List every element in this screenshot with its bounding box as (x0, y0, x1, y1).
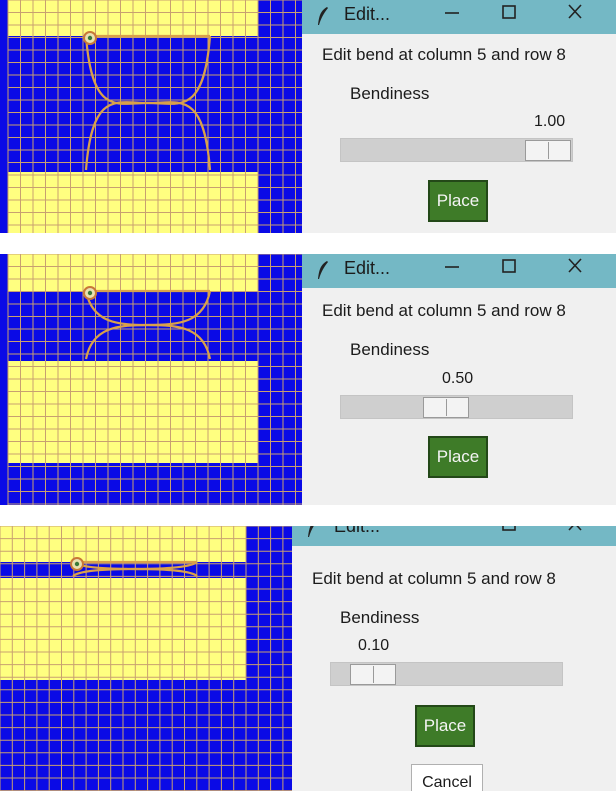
edit-bend-dialog: Edit... Edit bend at column 5 and row 8 … (302, 254, 616, 505)
place-button[interactable]: Place (415, 705, 475, 747)
feather-icon (318, 261, 328, 279)
feather-icon (308, 526, 314, 537)
screenshot-panel-2: Edit... Edit bend at column 5 and row 8 … (0, 254, 616, 505)
minimize-button[interactable] (428, 0, 476, 34)
close-icon (568, 4, 582, 19)
slider-thumb[interactable] (423, 397, 470, 418)
maximize-icon (502, 259, 516, 273)
minimize-icon (445, 12, 459, 14)
pattern-board[interactable] (0, 254, 302, 505)
bendiness-value: 1.00 (534, 113, 566, 130)
dialog-headline: Edit bend at column 5 and row 8 (322, 45, 566, 64)
maximize-icon (502, 5, 516, 19)
minimize-button[interactable] (428, 526, 476, 546)
bendiness-label: Bendiness (350, 340, 430, 359)
close-icon (568, 526, 582, 531)
slider-thumb[interactable] (525, 140, 571, 161)
dialog-title: Edit... (344, 258, 391, 278)
bend-handle-center (87, 35, 93, 41)
minimize-icon (444, 526, 460, 546)
maximize-button[interactable] (485, 526, 533, 546)
place-button[interactable]: Place (428, 436, 488, 478)
cancel-button[interactable]: Cancel (411, 764, 483, 791)
bendiness-label: Bendiness (350, 84, 430, 103)
minimize-icon (445, 266, 459, 268)
dialog-titlebar[interactable]: Edit... (292, 526, 616, 546)
pattern-grid[interactable] (0, 0, 302, 233)
dialog-titlebar[interactable]: Edit... (302, 0, 616, 34)
dialog-titlebar[interactable]: Edit... (302, 254, 616, 288)
maximize-icon (502, 526, 516, 531)
screenshot-panel-3: Edit... Edit bend at column 5 and row 8 … (0, 526, 616, 791)
place-button[interactable]: Place (428, 180, 488, 222)
maximize-button[interactable] (485, 254, 533, 288)
pattern-board[interactable] (0, 526, 292, 791)
dialog-headline: Edit bend at column 5 and row 8 (322, 301, 566, 320)
bendiness-label: Bendiness (340, 608, 420, 627)
bendiness-slider[interactable] (330, 662, 563, 686)
maximize-button[interactable] (485, 0, 533, 34)
minimize-button[interactable] (428, 254, 476, 288)
edit-bend-dialog: Edit... Edit bend at column 5 and row 8 … (292, 526, 616, 791)
close-icon (568, 258, 582, 273)
bendiness-value: 0.50 (442, 370, 474, 387)
bend-handle-center (87, 290, 93, 296)
close-button[interactable] (551, 254, 599, 288)
slider-thumb[interactable] (350, 664, 396, 685)
dialog-title: Edit... (344, 4, 391, 24)
close-button[interactable] (551, 0, 599, 34)
pattern-board[interactable] (0, 0, 302, 233)
bendiness-slider[interactable] (340, 395, 573, 419)
feather-icon (318, 7, 328, 25)
pattern-grid[interactable] (0, 254, 302, 505)
dialog-headline: Edit bend at column 5 and row 8 (312, 569, 556, 588)
close-button[interactable] (551, 526, 599, 546)
pattern-grid[interactable] (0, 526, 292, 791)
bendiness-slider[interactable] (340, 138, 573, 162)
bendiness-value: 0.10 (358, 637, 390, 654)
edit-bend-dialog: Edit... Edit bend at column 5 and row 8 … (302, 0, 616, 233)
screenshot-panel-1: Edit... Edit bend at column 5 and row 8 … (0, 0, 616, 233)
dialog-title: Edit... (334, 526, 381, 536)
bend-handle-center (74, 561, 80, 567)
